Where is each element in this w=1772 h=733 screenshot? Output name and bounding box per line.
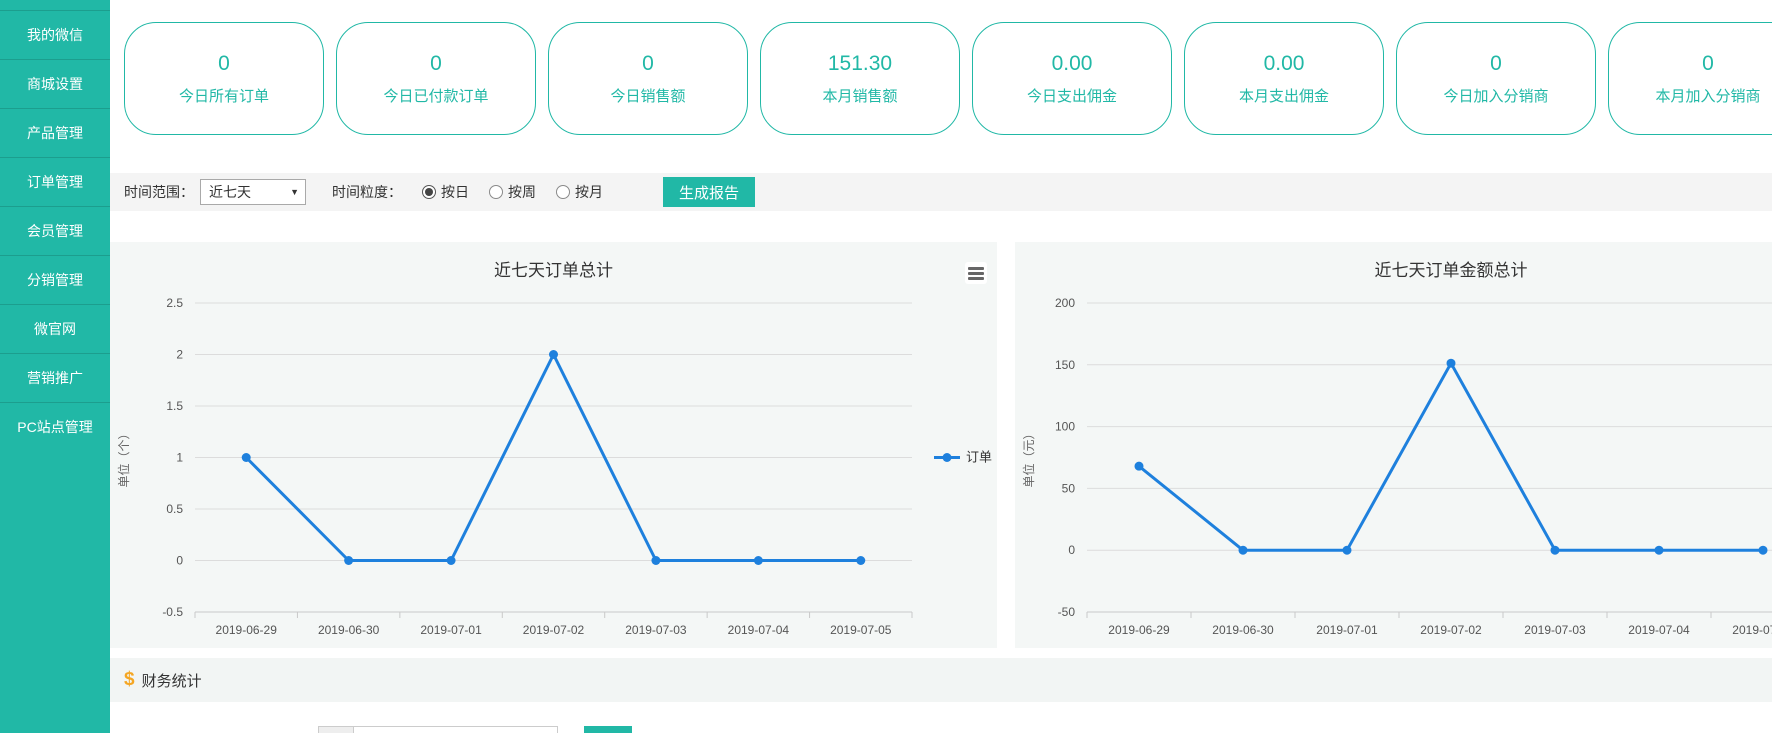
radio-label: 按周 — [508, 182, 536, 202]
sidebar-item-6[interactable]: 微官网 — [0, 304, 110, 353]
sidebar-item-8[interactable]: PC站点管理 — [0, 402, 110, 451]
granularity-label: 时间粒度： — [332, 182, 402, 202]
svg-text:2: 2 — [176, 348, 183, 362]
sidebar-item-0[interactable]: 我的微信 — [0, 10, 110, 59]
svg-text:近七天订单总计: 近七天订单总计 — [494, 261, 613, 280]
finance-section-title: 财务统计 — [142, 670, 202, 691]
chevron-down-icon: ▼ — [290, 187, 299, 197]
sidebar-top-stub — [0, 0, 110, 10]
stat-card-4: 0.00 今日支出佣金 — [972, 22, 1172, 135]
chart-panel-order-amount: 200 150 100 50 0 -50 2019-06-29 2019-06-30 2019-… — [1015, 242, 1772, 648]
stat-card-label: 今日所有订单 — [179, 85, 269, 106]
svg-text:2019-06-29: 2019-06-29 — [1108, 623, 1170, 637]
svg-text:2019-07-04: 2019-07-04 — [1628, 623, 1690, 637]
stat-card-value: 0 — [1702, 52, 1714, 76]
stat-card-0: 0 今日所有订单 — [124, 22, 324, 135]
svg-text:-50: -50 — [1058, 605, 1076, 619]
stat-card-label: 本月支出佣金 — [1239, 85, 1329, 106]
svg-text:2019-07-01: 2019-07-01 — [420, 623, 482, 637]
svg-text:0: 0 — [176, 554, 183, 568]
stat-card-value: 0 — [430, 52, 442, 76]
svg-text:订单: 订单 — [966, 450, 992, 465]
svg-text:2019-06-30: 2019-06-30 — [1212, 623, 1274, 637]
sidebar-item-1[interactable]: 商城设置 — [0, 59, 110, 108]
svg-text:单位（元）: 单位（元） — [1021, 427, 1036, 487]
time-range-selected-value: 近七天 — [209, 182, 251, 202]
stat-card-label: 今日销售额 — [610, 85, 685, 106]
sidebar-item-5[interactable]: 分销管理 — [0, 255, 110, 304]
svg-text:2019-06-29: 2019-06-29 — [216, 623, 278, 637]
svg-text:0: 0 — [1068, 543, 1075, 557]
chart-panel-orders: 2.5 2 1.5 1 0.5 0 -0.5 2019-06-29 2019-06-30 2019… — [110, 242, 997, 648]
svg-text:2019-07-01: 2019-07-01 — [1316, 623, 1378, 637]
stat-card-label: 今日支出佣金 — [1027, 85, 1117, 106]
charts-row: 2.5 2 1.5 1 0.5 0 -0.5 2019-06-29 2019-06-30 2019… — [110, 242, 1772, 648]
svg-text:2019-07-05: 2019-07-05 — [1732, 623, 1772, 637]
svg-text:2019-06-30: 2019-06-30 — [318, 623, 380, 637]
svg-text:1.5: 1.5 — [166, 399, 183, 413]
stat-card-label: 今日已付款订单 — [383, 85, 488, 106]
svg-text:2019-07-03: 2019-07-03 — [1524, 623, 1586, 637]
stat-card-7: 0 本月加入分销商 — [1608, 22, 1772, 135]
svg-text:1: 1 — [176, 451, 183, 465]
granularity-radio-1[interactable]: 按周 — [489, 182, 536, 202]
stat-card-value: 0 — [218, 52, 230, 76]
svg-text:2019-07-03: 2019-07-03 — [625, 623, 687, 637]
stat-card-label: 本月加入分销商 — [1655, 85, 1760, 106]
svg-text:100: 100 — [1055, 420, 1075, 434]
radio-icon — [489, 185, 503, 199]
radio-icon — [422, 185, 436, 199]
stat-card-value: 0 — [642, 52, 654, 76]
svg-text:150: 150 — [1055, 358, 1075, 372]
stat-card-value: 0.00 — [1052, 52, 1093, 76]
svg-text:-0.5: -0.5 — [162, 605, 183, 619]
stat-card-value: 0 — [1490, 52, 1502, 76]
svg-text:0.5: 0.5 — [166, 502, 183, 516]
radio-label: 按月 — [575, 182, 603, 202]
svg-text:50: 50 — [1062, 481, 1076, 495]
stat-card-label: 今日加入分销商 — [1443, 85, 1548, 106]
time-range-label: 时间范围： — [124, 182, 194, 202]
generate-report-button[interactable]: 生成报告 — [663, 177, 755, 207]
order-amount-line-chart: 200 150 100 50 0 -50 2019-06-29 2019-06-30 2019-… — [1015, 242, 1772, 648]
sidebar-item-2[interactable]: 产品管理 — [0, 108, 110, 157]
svg-text:2019-07-02: 2019-07-02 — [523, 623, 585, 637]
stat-cards-row: 0 今日所有订单 0 今日已付款订单 0 今日销售额 151.30 本月销售额 0.00 今日支出… — [110, 0, 1772, 135]
stat-card-1: 0 今日已付款订单 — [336, 22, 536, 135]
svg-text:单位（个）: 单位（个） — [116, 427, 131, 487]
stat-card-value: 151.30 — [828, 52, 892, 76]
radio-label: 按日 — [441, 182, 469, 202]
stat-card-5: 0.00 本月支出佣金 — [1184, 22, 1384, 135]
chart-menu-icon[interactable] — [965, 262, 987, 284]
svg-text:2.5: 2.5 — [166, 296, 183, 310]
input-addon-box — [318, 726, 354, 733]
stat-card-label: 本月销售额 — [822, 85, 897, 106]
stat-card-value: 0.00 — [1264, 52, 1305, 76]
stat-card-2: 0 今日销售额 — [548, 22, 748, 135]
time-range-select[interactable]: 近七天 ▼ — [200, 179, 306, 205]
bottom-input-group — [318, 726, 632, 733]
sidebar-item-7[interactable]: 营销推广 — [0, 353, 110, 402]
granularity-radio-0[interactable]: 按日 — [422, 182, 469, 202]
radio-icon — [556, 185, 570, 199]
sidebar: 我的微信商城设置产品管理订单管理会员管理分销管理微官网营销推广PC站点管理 — [0, 0, 110, 733]
finance-section-header: $ 财务统计 — [110, 658, 1772, 702]
sidebar-item-4[interactable]: 会员管理 — [0, 206, 110, 255]
svg-text:2019-07-05: 2019-07-05 — [830, 623, 892, 637]
svg-text:近七天订单金额总计: 近七天订单金额总计 — [1375, 261, 1528, 280]
orders-line-chart: 2.5 2 1.5 1 0.5 0 -0.5 2019-06-29 2019-06-30 2019… — [110, 242, 997, 648]
stat-card-3: 151.30 本月销售额 — [760, 22, 960, 135]
bottom-action-button[interactable] — [584, 726, 632, 733]
svg-text:2019-07-02: 2019-07-02 — [1420, 623, 1482, 637]
svg-text:2019-07-04: 2019-07-04 — [728, 623, 790, 637]
report-filter-bar: 时间范围： 近七天 ▼ 时间粒度： 按日 按周 按月 生成报告 — [110, 173, 1772, 211]
main-content: 0 今日所有订单 0 今日已付款订单 0 今日销售额 151.30 本月销售额 0.00 今日支出… — [110, 0, 1772, 733]
dollar-icon: $ — [124, 669, 135, 691]
svg-text:200: 200 — [1055, 296, 1075, 310]
granularity-radio-2[interactable]: 按月 — [556, 182, 603, 202]
stat-card-6: 0 今日加入分销商 — [1396, 22, 1596, 135]
sidebar-item-3[interactable]: 订单管理 — [0, 157, 110, 206]
bottom-text-input[interactable] — [354, 726, 558, 733]
granularity-radio-group: 按日 按周 按月 — [402, 182, 603, 202]
